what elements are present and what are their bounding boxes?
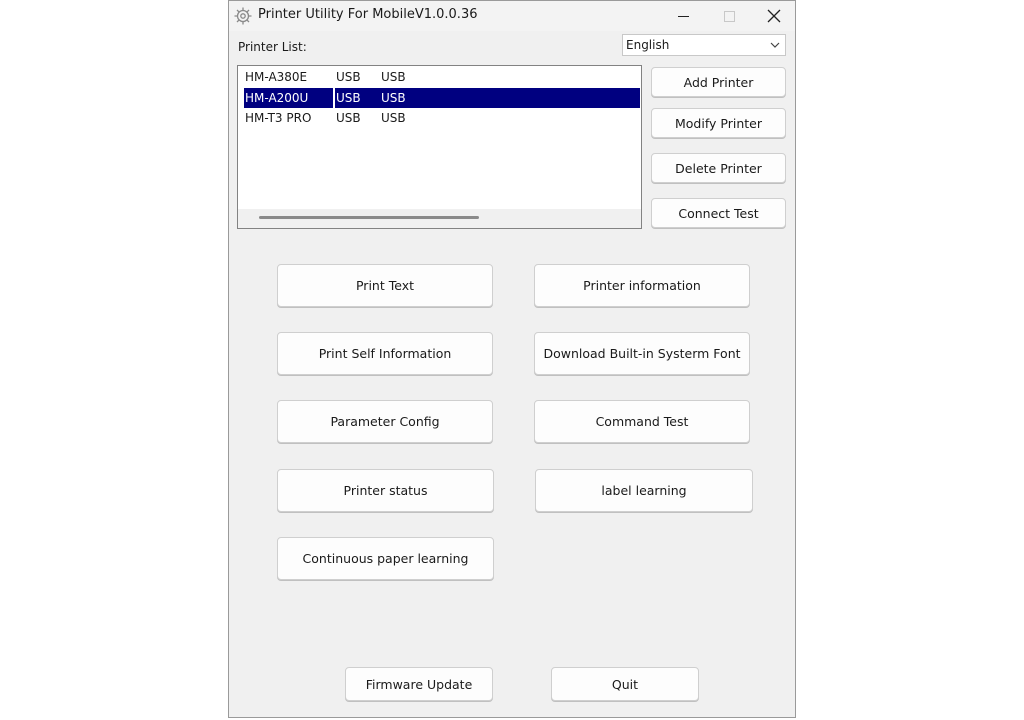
horizontal-scrollbar[interactable] [238, 209, 641, 228]
printer-interface: USB [336, 91, 361, 105]
command-test-button[interactable]: Command Test [534, 400, 750, 443]
maximize-icon [723, 10, 735, 22]
maximize-button[interactable] [706, 1, 752, 31]
language-selected-value: English [626, 38, 670, 52]
printer-row[interactable]: HM-A380E USB USB [244, 67, 640, 87]
printer-row[interactable]: HM-T3 PRO USB USB [244, 108, 640, 128]
printer-port: USB [381, 91, 406, 105]
scrollbar-thumb[interactable] [259, 216, 479, 219]
connect-test-button[interactable]: Connect Test [651, 198, 786, 228]
close-button[interactable] [751, 1, 797, 31]
printer-interface: USB [336, 111, 361, 125]
chevron-down-icon [770, 42, 780, 48]
printer-list-label: Printer List: [238, 40, 307, 54]
close-icon [767, 9, 781, 23]
download-font-button[interactable]: Download Built-in Systerm Font [534, 332, 750, 375]
column-separator [333, 88, 335, 108]
language-select[interactable]: English [622, 34, 786, 56]
quit-button[interactable]: Quit [551, 667, 699, 701]
printer-name: HM-A380E [245, 70, 308, 84]
label-learning-button[interactable]: label learning [535, 469, 753, 512]
print-text-button[interactable]: Print Text [277, 264, 493, 307]
app-gear-icon [233, 6, 253, 26]
print-self-information-button[interactable]: Print Self Information [277, 332, 493, 375]
title-bar[interactable]: Printer Utility For MobileV1.0.0.36 [229, 1, 795, 31]
printer-status-button[interactable]: Printer status [277, 469, 494, 512]
printer-name: HM-T3 PRO [245, 111, 312, 125]
printer-utility-window: Printer Utility For MobileV1.0.0.36 Prin… [228, 0, 796, 718]
printer-list[interactable]: HM-A380E USB USB HM-A200U USB USB HM-T3 … [237, 65, 642, 229]
delete-printer-button[interactable]: Delete Printer [651, 153, 786, 183]
window-title: Printer Utility For MobileV1.0.0.36 [258, 7, 478, 22]
printer-port: USB [381, 70, 406, 84]
printer-row-selected[interactable]: HM-A200U USB USB [244, 88, 640, 108]
minimize-icon [677, 15, 689, 17]
printer-port: USB [381, 111, 406, 125]
printer-interface: USB [336, 70, 361, 84]
modify-printer-button[interactable]: Modify Printer [651, 108, 786, 138]
continuous-paper-learning-button[interactable]: Continuous paper learning [277, 537, 494, 580]
printer-name: HM-A200U [245, 91, 309, 105]
add-printer-button[interactable]: Add Printer [651, 67, 786, 97]
firmware-update-button[interactable]: Firmware Update [345, 667, 493, 701]
printer-information-button[interactable]: Printer information [534, 264, 750, 307]
parameter-config-button[interactable]: Parameter Config [277, 400, 493, 443]
minimize-button[interactable] [660, 1, 706, 31]
